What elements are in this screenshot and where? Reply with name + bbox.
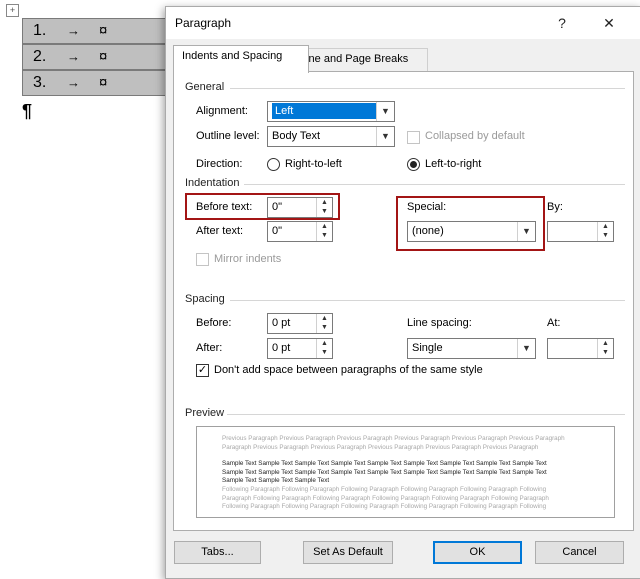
spin-down-icon[interactable]: ▼ (317, 348, 332, 357)
outline-level-dropdown[interactable]: Body Text ▼ (267, 126, 395, 147)
title-bar[interactable]: Paragraph ? ✕ (166, 7, 640, 39)
dont-add-space-checkbox[interactable]: ✓ (196, 364, 209, 377)
list-number: 2. (33, 48, 47, 65)
section-divider (230, 300, 625, 301)
general-heading: General (185, 81, 225, 93)
spin-up-icon[interactable]: ▲ (317, 314, 332, 323)
dialog-title: Paragraph (175, 16, 232, 30)
tab-panel: General Alignment: Left ▼ Outline level:… (173, 71, 634, 531)
end-of-cell-mark: ¤ (99, 22, 108, 39)
list-number: 3. (33, 74, 47, 91)
preview-following-line: Following Paragraph Following Paragraph … (222, 486, 547, 493)
collapsed-by-default-checkbox[interactable] (407, 131, 420, 144)
spacing-before-label: Before: (196, 317, 232, 329)
end-of-cell-mark: ¤ (99, 74, 108, 91)
tab-mark: → (67, 23, 80, 38)
radio-selected-dot (410, 161, 417, 168)
left-to-right-radio[interactable] (407, 158, 420, 171)
chevron-down-icon: ▼ (517, 339, 535, 358)
before-text-highlight (185, 193, 340, 220)
preview-sample-line: Sample Text Sample Text Sample Text (222, 477, 330, 485)
set-as-default-button[interactable]: Set As Default (303, 541, 393, 564)
spin-buttons[interactable]: ▲ ▼ (316, 222, 332, 241)
alignment-dropdown[interactable]: Left ▼ (267, 101, 395, 122)
spin-up-icon[interactable]: ▲ (317, 339, 332, 348)
section-divider (227, 414, 625, 415)
tab-mark: → (67, 49, 80, 64)
tab-indents-and-spacing[interactable]: Indents and Spacing (173, 45, 309, 73)
mirror-indents-checkbox[interactable] (196, 253, 209, 266)
checkmark-icon: ✓ (197, 364, 208, 376)
section-divider (244, 184, 625, 185)
paragraph-mark: ¶ (22, 101, 33, 121)
spin-buttons[interactable]: ▲ ▼ (597, 339, 613, 358)
special-highlight (396, 196, 545, 251)
list-number: 1. (33, 22, 47, 39)
close-button[interactable]: ✕ (594, 11, 624, 35)
spin-down-icon[interactable]: ▼ (317, 231, 332, 240)
preview-following-line: Paragraph Following Paragraph Following … (222, 494, 549, 502)
preview-previous-line: Paragraph Previous Paragraph Previous Pa… (222, 443, 539, 451)
section-divider (230, 88, 625, 89)
spin-up-icon[interactable]: ▲ (598, 222, 613, 231)
indentation-heading: Indentation (185, 177, 240, 189)
after-text-label: After text: (196, 225, 244, 237)
chevron-down-icon: ▼ (376, 127, 394, 146)
help-button[interactable]: ? (547, 11, 577, 35)
right-to-left-radio[interactable] (267, 158, 280, 171)
end-of-cell-mark: ¤ (99, 48, 108, 65)
spin-buttons[interactable]: ▲ ▼ (316, 314, 332, 333)
preview-heading: Preview (185, 407, 225, 419)
paragraph-dialog: Paragraph ? ✕ Indents and Spacing Line a… (165, 6, 640, 579)
at-label: At: (547, 317, 561, 329)
preview-following-line: Following Paragraph Following Paragraph … (222, 503, 547, 511)
spin-up-icon[interactable]: ▲ (317, 222, 332, 231)
outline-level-value: Body Text (272, 130, 321, 142)
tab-mark: → (67, 75, 80, 90)
spin-buttons[interactable]: ▲ ▼ (316, 339, 332, 358)
by-spinner[interactable]: ▲ ▼ (547, 221, 614, 242)
spin-down-icon[interactable]: ▼ (317, 323, 332, 332)
collapsed-by-default-label: Collapsed by default (425, 130, 525, 142)
line-spacing-label: Line spacing: (407, 317, 472, 329)
right-to-left-label: Right-to-left (285, 158, 342, 170)
spacing-after-value: 0 pt (272, 342, 291, 354)
ok-button[interactable]: OK (433, 541, 522, 564)
after-text-spinner[interactable]: 0" ▲ ▼ (267, 221, 333, 242)
left-to-right-label: Left-to-right (425, 158, 482, 170)
spacing-before-spinner[interactable]: 0 pt ▲ ▼ (267, 313, 333, 334)
spacing-before-value: 0 pt (272, 317, 291, 329)
tab-line-and-page-breaks[interactable]: Line and Page Breaks (291, 48, 428, 72)
dont-add-space-label: Don't add space between paragraphs of th… (214, 364, 483, 376)
line-spacing-value: Single (412, 342, 443, 354)
cancel-button[interactable]: Cancel (535, 541, 624, 564)
alignment-value: Left (272, 103, 378, 119)
tabs-button[interactable]: Tabs... (174, 541, 261, 564)
table-move-handle[interactable]: + (6, 4, 19, 17)
spin-down-icon[interactable]: ▼ (598, 231, 613, 240)
spacing-heading: Spacing (185, 293, 225, 305)
preview-previous-line: Previous Paragraph Previous Paragraph Pr… (222, 435, 565, 442)
outline-level-label: Outline level: (196, 130, 260, 142)
alignment-label: Alignment: (196, 105, 248, 117)
line-spacing-dropdown[interactable]: Single ▼ (407, 338, 536, 359)
direction-label: Direction: (196, 158, 243, 170)
spacing-after-spinner[interactable]: 0 pt ▲ ▼ (267, 338, 333, 359)
at-spinner[interactable]: ▲ ▼ (547, 338, 614, 359)
spin-buttons[interactable]: ▲ ▼ (597, 222, 613, 241)
spin-down-icon[interactable]: ▼ (598, 348, 613, 357)
after-text-value: 0" (272, 225, 283, 237)
chevron-down-icon: ▼ (376, 102, 394, 121)
spin-up-icon[interactable]: ▲ (598, 339, 613, 348)
preview-sample-line: Sample Text Sample Text Sample Text Samp… (222, 460, 547, 467)
preview-sample-line: Sample Text Sample Text Sample Text Samp… (222, 468, 547, 476)
spacing-after-label: After: (196, 342, 223, 354)
mirror-indents-label: Mirror indents (214, 253, 282, 265)
by-label: By: (547, 201, 563, 213)
preview-box: Previous Paragraph Previous Paragraph Pr… (196, 426, 615, 518)
